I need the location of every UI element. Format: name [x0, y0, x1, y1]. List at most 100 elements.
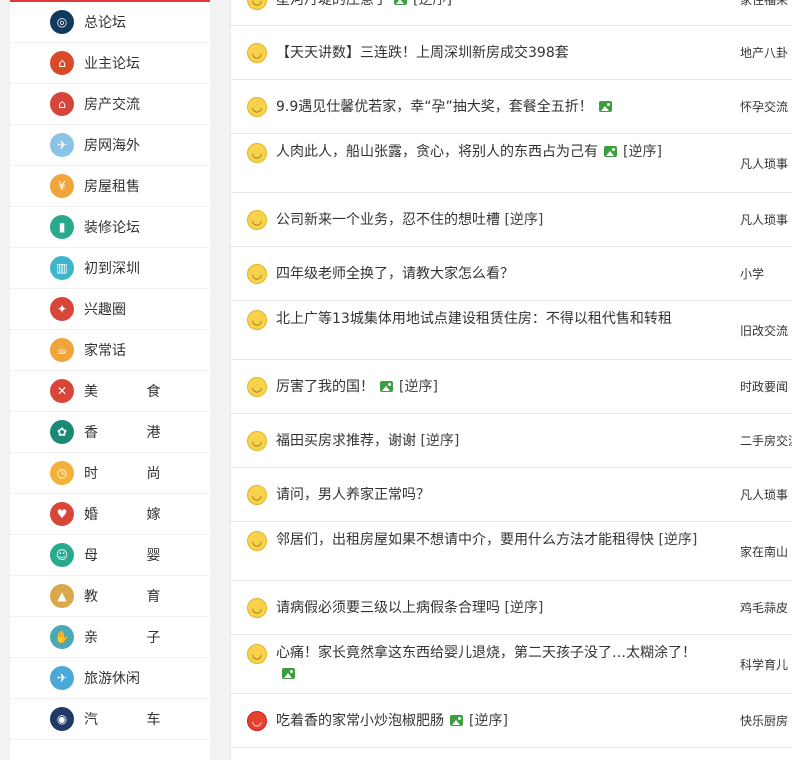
topic-forum[interactable]: 家住福来: [740, 0, 792, 8]
topic-forum[interactable]: 凡人琐事: [740, 212, 792, 228]
topic-forum[interactable]: 小学: [740, 266, 792, 282]
sidebar-item-9[interactable]: ☕ 家常话: [10, 330, 210, 371]
reverse-order-link[interactable]: [逆序]: [469, 713, 508, 729]
sidebar-item-label: 房屋租售: [84, 179, 140, 195]
topic-row[interactable]: ◡ 福田买房求推荐，谢谢 [逆序] 二手房交流: [231, 414, 792, 468]
topic-forum[interactable]: 家在南山: [740, 544, 792, 560]
topic-title-text[interactable]: 人肉此人，船山张露，贪心，将别人的东西占为己有: [276, 144, 598, 160]
sidebar-item-label: 旅游休闲: [84, 671, 140, 687]
topic-row[interactable]: ◡ 星河丹堤的庄意了 [逆序] 家住福来: [231, 0, 792, 26]
sidebar-item-4[interactable]: ✈ 房网海外: [10, 125, 210, 166]
topic-row[interactable]: ◡ 9.9遇见仕馨优若家，幸“孕”抽大奖，套餐全五折！ 怀孕交流: [231, 80, 792, 134]
topic-title-text[interactable]: 北上广等13城集体用地试点建设租赁住房：不得以租代售和转租: [276, 311, 672, 327]
topic-title-text[interactable]: 厉害了我的国！: [276, 379, 374, 395]
topic-title[interactable]: 星河丹堤的庄意了 [逆序]: [276, 0, 716, 11]
reverse-order-link[interactable]: [逆序]: [399, 379, 438, 395]
topic-title[interactable]: 四年级老师全换了，请教大家怎么看？: [276, 264, 716, 285]
topic-row[interactable]: ◡ 吃着香的家常小炒泡椒肥肠 [逆序] 快乐厨房: [231, 694, 792, 748]
sidebar-item-17[interactable]: ✈ 旅游休闲: [10, 658, 210, 699]
topic-forum[interactable]: 科学育儿: [740, 657, 792, 673]
sidebar-item-13[interactable]: ♥ 婚 嫁: [10, 494, 210, 535]
topic-row[interactable]: ◡ 邻居们，出租房屋如果不想请中介，要用什么方法才能租得快 [逆序] 家在南山: [231, 522, 792, 581]
topic-row[interactable]: ◡ 公司新来一个业务，忍不住的想吐槽 [逆序] 凡人琐事: [231, 193, 792, 247]
topic-row[interactable]: ◡ 人肉此人，船山张露，贪心，将别人的东西占为己有 [逆序] 凡人琐事: [231, 134, 792, 193]
topic-title-text[interactable]: 邻居们，出租房屋如果不想请中介，要用什么方法才能租得快: [276, 532, 654, 548]
sidebar-item-12[interactable]: ◷ 时 尚: [10, 453, 210, 494]
reverse-order-link[interactable]: [逆序]: [658, 532, 697, 548]
topic-row[interactable]: ◡ 心痛！家长竟然拿这东西给婴儿退烧，第二天孩子没了…太糊涂了！ 科学育儿: [231, 635, 792, 694]
house-icon: ⌂: [50, 51, 74, 75]
topic-forum[interactable]: 鸡毛蒜皮: [740, 600, 792, 616]
topic-title-text[interactable]: 请病假必须要三级以上病假条合理吗: [276, 600, 500, 616]
topic-row[interactable]: ◡ 厉害了我的国！ [逆序] 时政要闻: [231, 360, 792, 414]
topic-row[interactable]: ◡ 请病假必须要三级以上病假条合理吗 [逆序] 鸡毛蒜皮: [231, 581, 792, 635]
topic-title[interactable]: 公司新来一个业务，忍不住的想吐槽 [逆序]: [276, 210, 716, 231]
sidebar-item-5[interactable]: ¥ 房屋租售: [10, 166, 210, 207]
sidebar-item-11[interactable]: ✿ 香 港: [10, 412, 210, 453]
overseas-icon: ✈: [50, 133, 74, 157]
rent-icon: ¥: [50, 174, 74, 198]
hand-icon: ✋: [50, 625, 74, 649]
wedding-cup-icon: ♥: [50, 502, 74, 526]
smiley-icon: ◡: [247, 97, 267, 117]
topic-title[interactable]: 请病假必须要三级以上病假条合理吗 [逆序]: [276, 598, 716, 619]
topic-forum[interactable]: 地产八卦: [740, 45, 792, 61]
sidebar-item-10[interactable]: ✕ 美 食: [10, 371, 210, 412]
lightbulb-icon: ✦: [50, 297, 74, 321]
sidebar-item-2[interactable]: ⌂ 业主论坛: [10, 43, 210, 84]
topic-title[interactable]: 厉害了我的国！ [逆序]: [276, 377, 716, 398]
topic-title-text[interactable]: 心痛！家长竟然拿这东西给婴儿退烧，第二天孩子没了…太糊涂了！: [276, 645, 696, 661]
reverse-order-link[interactable]: [逆序]: [504, 212, 543, 228]
sidebar-item-16[interactable]: ✋ 亲 子: [10, 617, 210, 658]
sidebar-item-label: 母 婴: [84, 548, 183, 564]
topic-title-text[interactable]: 公司新来一个业务，忍不住的想吐槽: [276, 212, 500, 228]
reverse-order-link[interactable]: [逆序]: [504, 600, 543, 616]
topic-forum[interactable]: 时政要闻: [740, 379, 792, 395]
sidebar-item-3[interactable]: ⌂ 房产交流: [10, 84, 210, 125]
topic-title[interactable]: 心痛！家长竟然拿这东西给婴儿退烧，第二天孩子没了…太糊涂了！: [276, 643, 716, 685]
topic-title[interactable]: 人肉此人，船山张露，贪心，将别人的东西占为己有 [逆序]: [276, 142, 716, 163]
topic-title-text[interactable]: 吃着香的家常小炒泡椒肥肠: [276, 713, 444, 729]
sidebar-item-label: 兴趣圈: [84, 302, 126, 318]
topic-forum[interactable]: 怀孕交流: [740, 99, 792, 115]
sidebar-item-18[interactable]: ◉ 汽 车: [10, 699, 210, 740]
topic-row[interactable]: ◡ 四年级老师全换了，请教大家怎么看？ 小学: [231, 247, 792, 301]
topic-title[interactable]: 请问，男人养家正常吗？: [276, 485, 716, 506]
topic-forum[interactable]: 旧改交流: [740, 323, 792, 339]
topic-row[interactable]: ◡ 请问，男人养家正常吗？ 凡人琐事: [231, 468, 792, 522]
sidebar-item-7[interactable]: ▥ 初到深圳: [10, 248, 210, 289]
sidebar-item-8[interactable]: ✦ 兴趣圈: [10, 289, 210, 330]
topic-title[interactable]: 【天天讲数】三连跌！上周深圳新房成交398套: [276, 43, 716, 64]
topic-forum[interactable]: 凡人琐事: [740, 487, 792, 503]
smiley-icon: ◡: [247, 0, 267, 10]
topic-title-text[interactable]: 9.9遇见仕馨优若家，幸“孕”抽大奖，套餐全五折！: [276, 99, 593, 115]
reverse-order-link[interactable]: [逆序]: [623, 144, 662, 160]
topic-forum[interactable]: 凡人琐事: [740, 156, 792, 172]
sidebar-item-6[interactable]: ▮ 装修论坛: [10, 207, 210, 248]
topic-row[interactable]: ◡ 【天天讲数】三连跌！上周深圳新房成交398套 地产八卦: [231, 26, 792, 80]
topic-title[interactable]: 吃着香的家常小炒泡椒肥肠 [逆序]: [276, 711, 716, 732]
reverse-order-link[interactable]: [逆序]: [413, 0, 452, 8]
topic-title[interactable]: 9.9遇见仕馨优若家，幸“孕”抽大奖，套餐全五折！: [276, 97, 716, 118]
topic-title[interactable]: 北上广等13城集体用地试点建设租赁住房：不得以租代售和转租: [276, 309, 716, 330]
topic-title[interactable]: 福田买房求推荐，谢谢 [逆序]: [276, 431, 716, 452]
topic-title-text[interactable]: 福田买房求推荐，谢谢: [276, 433, 416, 449]
topic-title-text[interactable]: 请问，男人养家正常吗？: [276, 487, 430, 503]
reverse-order-link[interactable]: [逆序]: [420, 433, 459, 449]
sidebar-item-label: 汽 车: [84, 712, 183, 728]
sidebar-item-15[interactable]: ▲ 教 育: [10, 576, 210, 617]
globe-icon: ◎: [50, 10, 74, 34]
sidebar-item-label: 美 食: [84, 384, 183, 400]
topic-row[interactable]: ◡ 北上广等13城集体用地试点建设租赁住房：不得以租代售和转租 旧改交流: [231, 301, 792, 360]
topic-forum[interactable]: 快乐厨房: [740, 713, 792, 729]
sidebar-item-label: 香 港: [84, 425, 183, 441]
topic-title-text[interactable]: 【天天讲数】三连跌！上周深圳新房成交398套: [276, 45, 569, 61]
topic-title[interactable]: 邻居们，出租房屋如果不想请中介，要用什么方法才能租得快 [逆序]: [276, 530, 716, 551]
sidebar-item-14[interactable]: ☺ 母 婴: [10, 535, 210, 576]
topic-title-text[interactable]: 四年级老师全换了，请教大家怎么看？: [276, 266, 514, 282]
topic-forum[interactable]: 二手房交流: [740, 433, 792, 449]
smiley-icon: ◡: [247, 377, 267, 397]
image-icon: [394, 0, 407, 5]
topic-title-text[interactable]: 星河丹堤的庄意了: [276, 0, 388, 8]
sidebar-item-1[interactable]: ◎ 总论坛: [10, 2, 210, 43]
